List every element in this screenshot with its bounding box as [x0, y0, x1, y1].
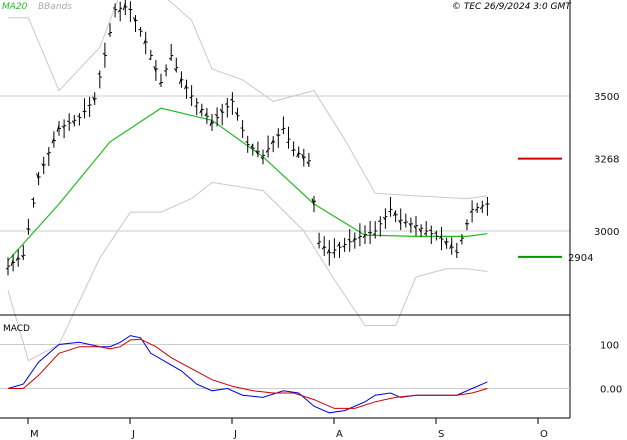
x-tick-label: J — [131, 429, 135, 440]
ohlc-open-tick — [189, 96, 192, 99]
ohlc-open-tick — [26, 228, 29, 230]
legend-ma20: MA20 — [2, 2, 28, 12]
copyright-label: © TEC 26/9/2024 3:0 GMT — [452, 2, 572, 12]
signal-line — [8, 338, 488, 409]
chart-canvas: MA20 BBands © TEC 26/9/2024 3:0 GMT 3500… — [0, 0, 622, 440]
x-tick-label: J — [233, 429, 237, 440]
macd-y-tick-label: 0.00 — [600, 385, 622, 396]
resistance-label: 3268 — [594, 155, 619, 166]
macd-y-ticks: 100 0.00 — [600, 340, 622, 395]
support-label: 2904 — [568, 253, 593, 264]
legend-bbands: BBands — [38, 2, 72, 12]
macd-y-tick-label: 100 — [600, 340, 619, 351]
ohlc-open-tick — [347, 238, 350, 241]
bband-line — [7, 181, 488, 362]
ohlc-open-tick — [281, 128, 284, 131]
ohlc-open-tick — [429, 229, 432, 232]
price-grid — [0, 95, 570, 232]
price-y-tick-label: 3000 — [594, 227, 619, 238]
ma20-path — [7, 107, 488, 262]
bollinger-bands — [7, 0, 488, 362]
x-axis-ticks: MJJASO — [27, 418, 548, 440]
ohlc-open-tick — [163, 70, 167, 72]
x-tick-label: O — [540, 429, 548, 440]
x-tick-label: A — [336, 429, 343, 440]
price-y-tick-label: 3500 — [594, 92, 619, 103]
ohlc-bars — [5, 0, 490, 276]
x-tick-label: S — [438, 429, 444, 440]
bband-line — [8, 0, 488, 200]
x-tick-label: M — [30, 429, 39, 440]
macd-grid — [0, 343, 570, 390]
ma20-line — [7, 107, 488, 262]
macd-lines — [7, 335, 488, 414]
ohlc-open-tick — [286, 141, 289, 144]
macd-label: MACD — [3, 324, 30, 334]
